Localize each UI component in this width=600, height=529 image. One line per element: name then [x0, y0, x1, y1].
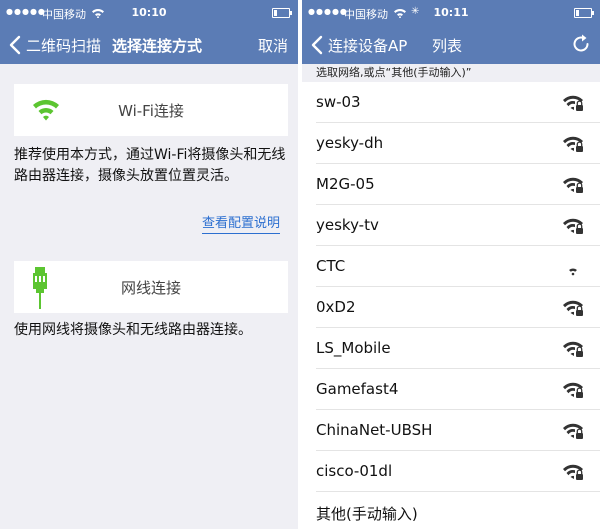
battery-icon [574, 8, 594, 18]
network-name: cisco-01dl [316, 462, 393, 480]
back-button[interactable]: 二维码扫描 [26, 35, 101, 56]
network-name: sw-03 [316, 93, 361, 111]
network-name: Gamefast4 [316, 380, 399, 398]
ap-list-screen: ●●●●● 中国移动 ✳ 10:11 连接设备AP 列表 选取网络,或点“其他(… [302, 0, 600, 529]
network-row[interactable]: yesky-tv [316, 205, 600, 246]
battery-icon [272, 8, 292, 18]
wifi-locked-icon [563, 382, 583, 398]
wifi-option-description: 推荐使用本方式，通过Wi-Fi将摄像头和无线路由器连接，摄像头放置位置灵活。 [14, 147, 286, 184]
network-row[interactable]: cisco-01dl [316, 451, 600, 492]
list-hint: 选取网络,或点“其他(手动输入)” [302, 64, 600, 82]
nav-bar: 二维码扫描 选择连接方式 取消 [0, 26, 298, 64]
network-name: ChinaNet-UBSH [316, 421, 433, 439]
wifi-locked-icon [563, 218, 583, 234]
nav-bar: 连接设备AP 列表 [302, 26, 600, 64]
network-row[interactable]: LS_Mobile [316, 328, 600, 369]
wired-option-description: 使用网线将摄像头和无线路由器连接。 [14, 322, 252, 338]
wired-option-label: 网线连接 [120, 279, 181, 297]
page-title: 选择连接方式 [112, 37, 203, 55]
page-title: 列表 [432, 37, 463, 55]
wifi-signal-icon [569, 268, 577, 276]
other-network-row[interactable]: 其他(手动输入) [316, 492, 600, 529]
wifi-option-label: Wi-Fi连接 [118, 102, 184, 120]
refresh-icon[interactable] [570, 33, 592, 55]
network-row[interactable]: 0xD2 [316, 287, 600, 328]
network-row[interactable]: CTC [316, 246, 600, 287]
network-row[interactable]: M2G-05 [316, 164, 600, 205]
network-name: CTC [316, 257, 346, 275]
network-row[interactable]: Gamefast4 [316, 369, 600, 410]
wifi-locked-icon [563, 136, 583, 152]
wifi-locked-icon [563, 95, 583, 111]
network-list: sw-03 yesky-dh M2G-05 yesky-tv CTC 0xD2 LS_Mob… [302, 82, 600, 529]
network-name: yesky-dh [316, 134, 384, 152]
network-name: yesky-tv [316, 216, 379, 234]
connection-method-screen: ●●●●● 中国移动 10:10 二维码扫描 选择连接方式 取消 Wi-Fi连接… [0, 0, 298, 529]
wifi-locked-icon [563, 341, 583, 357]
wifi-locked-icon [563, 423, 583, 439]
network-row[interactable]: sw-03 [316, 82, 600, 123]
status-bar: ●●●●● 中国移动 ✳ 10:11 [302, 0, 600, 26]
wifi-locked-icon [563, 177, 583, 193]
back-chevron-icon[interactable] [308, 35, 326, 55]
network-row[interactable]: yesky-dh [316, 123, 600, 164]
network-name: LS_Mobile [316, 339, 391, 357]
network-name: M2G-05 [316, 175, 375, 193]
network-name: 0xD2 [316, 298, 356, 316]
back-button[interactable]: 连接设备AP [328, 35, 407, 56]
clock: 10:11 [433, 6, 469, 19]
network-row[interactable]: ChinaNet-UBSH [316, 410, 600, 451]
status-bar: ●●●●● 中国移动 10:10 [0, 0, 298, 26]
config-guide-link[interactable]: 查看配置说明 [201, 212, 280, 234]
wired-connection-option[interactable]: 网线连接 [14, 261, 288, 313]
cancel-button[interactable]: 取消 [258, 35, 288, 56]
wifi-locked-icon [563, 300, 583, 316]
wifi-locked-icon [563, 464, 583, 480]
wifi-connection-option[interactable]: Wi-Fi连接 [14, 84, 288, 136]
back-chevron-icon[interactable] [6, 35, 24, 55]
clock: 10:10 [131, 6, 167, 19]
other-network-label: 其他(手动输入) [316, 505, 418, 523]
